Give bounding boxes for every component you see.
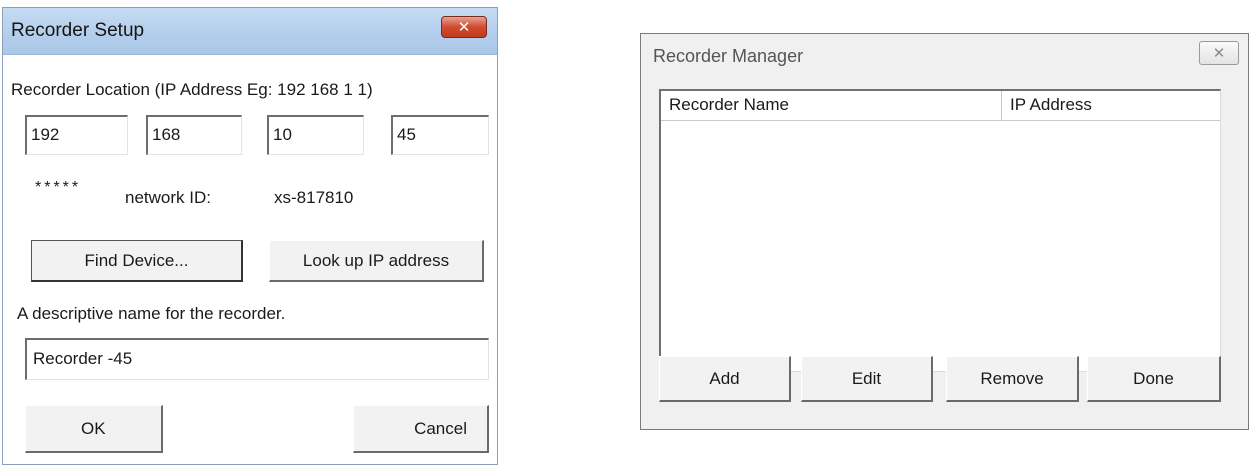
ip-octet-2-input[interactable]: 168	[146, 115, 242, 155]
ip-octet-1-input[interactable]: 192	[25, 115, 128, 155]
dialog-body: Recorder Location (IP Address Eg: 192 16…	[3, 55, 497, 464]
cancel-button[interactable]: Cancel	[353, 405, 489, 453]
name-label: A descriptive name for the recorder.	[17, 304, 286, 323]
title-bar[interactable]: Recorder Manager ✕	[641, 34, 1248, 80]
close-icon[interactable]: ✕	[1199, 41, 1239, 65]
look-up-ip-button[interactable]: Look up IP address	[269, 240, 484, 282]
remove-button[interactable]: Remove	[946, 356, 1079, 402]
list-header: Recorder Name IP Address	[661, 91, 1220, 121]
title-bar[interactable]: Recorder Setup ✕	[3, 8, 497, 55]
edit-button[interactable]: Edit	[801, 356, 933, 402]
dialog-title: Recorder Setup	[11, 20, 145, 41]
network-id-label: network ID:	[125, 188, 211, 207]
masked-stars: *****	[35, 179, 82, 196]
recorder-list[interactable]: Recorder Name IP Address	[659, 89, 1221, 372]
recorder-name-input[interactable]: Recorder -45	[25, 338, 489, 380]
add-button[interactable]: Add	[659, 356, 791, 402]
close-icon[interactable]: ✕	[441, 16, 487, 38]
recorder-manager-dialog: Recorder Manager ✕ Recorder Name IP Addr…	[640, 33, 1249, 430]
network-id-value: xs-817810	[274, 188, 354, 207]
recorder-setup-dialog: Recorder Setup ✕ Recorder Location (IP A…	[2, 7, 498, 465]
done-button[interactable]: Done	[1087, 356, 1221, 402]
dialog-title: Recorder Manager	[653, 46, 804, 66]
ip-octet-4-input[interactable]: 45	[391, 115, 489, 155]
column-header-recorder-name[interactable]: Recorder Name	[661, 91, 1001, 120]
ip-octet-3-input[interactable]: 10	[267, 115, 364, 155]
location-label: Recorder Location (IP Address Eg: 192 16…	[11, 80, 373, 99]
ok-button[interactable]: OK	[25, 405, 163, 453]
find-device-button[interactable]: Find Device...	[31, 240, 243, 282]
column-header-ip-address[interactable]: IP Address	[1002, 91, 1219, 120]
